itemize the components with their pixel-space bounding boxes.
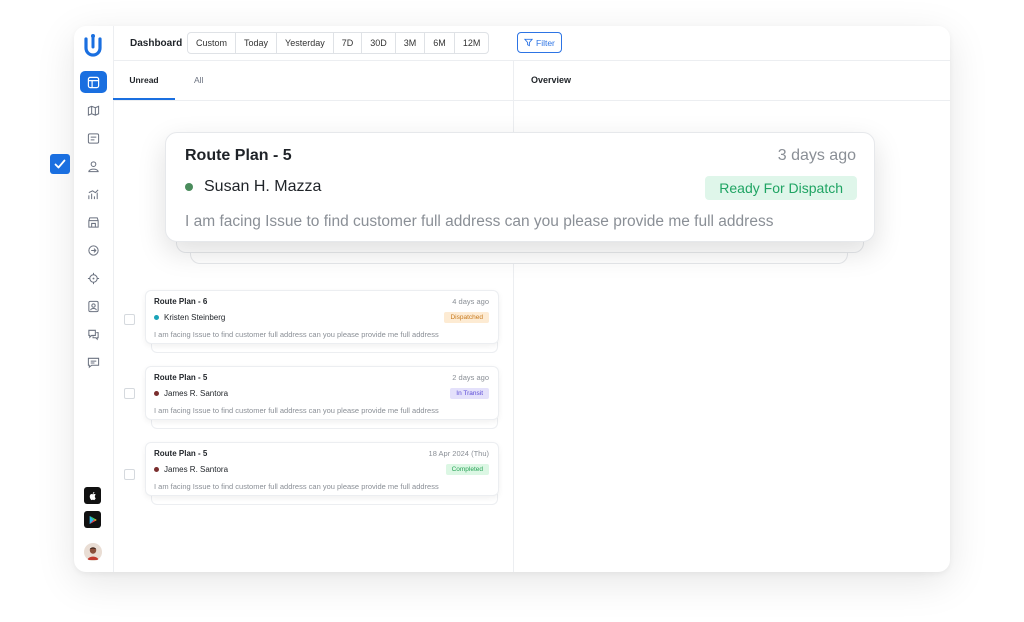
status-dot [154,315,159,320]
sidebar-item-support[interactable] [80,323,107,345]
sidebar-item-routes[interactable] [80,239,107,261]
driver-name: James R. Santora [164,465,229,474]
tab-unread[interactable]: Unread [113,60,175,100]
card-time: 4 days ago [452,297,489,306]
route-icon [88,244,99,256]
checkmark-icon [54,159,66,169]
store-icon [88,216,99,228]
card-message: I am facing Issue to find customer full … [154,406,439,415]
featured-status-dot [185,183,193,191]
map-icon [87,105,100,116]
sidebar-item-contacts[interactable] [80,295,107,317]
filter-label: Filter [536,37,555,48]
sidebar-item-list[interactable] [80,127,107,149]
range-today[interactable]: Today [236,33,278,53]
card-title: Route Plan - 6 [154,297,208,306]
status-badge: In Transit [450,388,489,399]
driver-name: James R. Santora [164,389,229,398]
range-30d[interactable]: 30D [362,33,396,53]
app-window: Dashboard Custom Today Yesterday 7D 30D … [74,26,950,572]
status-dot [154,467,159,472]
row-checkbox[interactable] [124,469,135,480]
status-badge: Completed [445,464,489,475]
driver-name: Kristen Steinberg [164,313,226,322]
sidebar-item-tracking[interactable] [80,267,107,289]
page-title: Dashboard [130,38,183,49]
status-dot [154,391,159,396]
target-icon [87,272,100,284]
google-play-button[interactable] [84,511,101,528]
list-icon [87,132,100,144]
featured-checkbox-checked[interactable] [50,154,70,174]
notification-card[interactable]: Route Plan - 6 4 days ago Kristen Steinb… [145,290,499,344]
featured-status-badge: Ready For Dispatch [705,176,857,200]
row-checkbox[interactable] [124,388,135,399]
users-icon [88,160,99,172]
featured-time: 3 days ago [777,147,856,164]
range-6m[interactable]: 6M [425,33,455,53]
chat-question-icon [88,329,99,340]
sidebar [74,26,114,572]
sidebar-item-map[interactable] [80,99,107,121]
range-yesterday[interactable]: Yesterday [277,33,334,53]
range-7d[interactable]: 7D [334,33,363,53]
notification-card[interactable]: Route Plan - 5 18 Apr 2024 (Thu) James R… [145,442,499,496]
featured-title: Route Plan - 5 [185,147,292,164]
message-icon [87,357,100,368]
card-time: 18 Apr 2024 (Thu) [428,449,489,458]
top-bar: Dashboard Custom Today Yesterday 7D 30D … [113,26,950,61]
range-3m[interactable]: 3M [396,33,426,53]
apple-icon [89,491,96,500]
sidebar-item-store[interactable] [80,211,107,233]
overview-header: Overview [514,60,950,101]
apple-store-button[interactable] [84,487,101,504]
featured-driver-name: Susan H. Mazza [204,178,322,195]
notification-card[interactable]: Route Plan - 5 2 days ago James R. Santo… [145,366,499,420]
filter-button[interactable]: Filter [517,32,562,53]
notification-tabs: Unread All [113,60,513,101]
app-logo-icon[interactable] [82,33,104,59]
card-title: Route Plan - 5 [154,449,208,458]
row-checkbox[interactable] [124,314,135,325]
featured-notification-card[interactable]: Route Plan - 5 3 days ago Susan H. Mazza… [165,132,875,242]
sidebar-item-users[interactable] [80,155,107,177]
user-avatar[interactable] [84,543,102,561]
chart-icon [88,188,99,199]
google-play-icon [89,515,97,524]
avatar-icon [84,543,102,561]
card-message: I am facing Issue to find customer full … [154,330,439,339]
range-custom[interactable]: Custom [188,33,237,53]
card-message: I am facing Issue to find customer full … [154,482,439,491]
date-range-selector: Custom Today Yesterday 7D 30D 3M 6M 12M [187,32,490,54]
contact-card-icon [88,300,99,312]
sidebar-item-messages[interactable] [80,351,107,373]
range-12m[interactable]: 12M [455,33,489,53]
layout-icon [87,76,100,88]
featured-message: I am facing Issue to find customer full … [185,213,774,230]
sidebar-item-analytics[interactable] [80,183,107,205]
sidebar-item-dashboard[interactable] [80,71,107,93]
tab-all[interactable]: All [194,60,203,100]
overview-title: Overview [531,75,572,85]
filter-icon [524,38,533,47]
card-title: Route Plan - 5 [154,373,208,382]
card-time: 2 days ago [452,373,489,382]
status-badge: Dispatched [444,312,489,323]
